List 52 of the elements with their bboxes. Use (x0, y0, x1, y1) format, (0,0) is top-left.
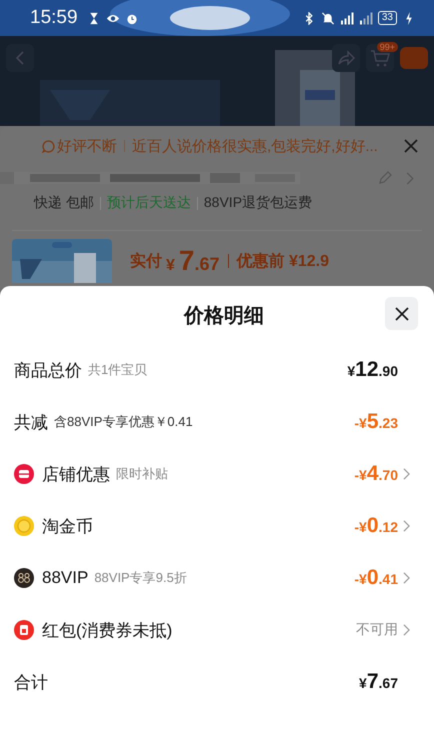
back-button[interactable] (6, 44, 34, 72)
chevron-right-icon[interactable] (403, 572, 410, 584)
row-amount: ¥7.67 (359, 670, 398, 694)
menu-button[interactable] (400, 47, 428, 69)
edit-icon[interactable] (378, 171, 392, 185)
shipping-info: 预计后天送达 (106, 194, 191, 212)
row-note: 限时补贴 (116, 465, 168, 483)
row-amount: ¥12.90 (347, 358, 398, 382)
row-amount: -¥0.12 (354, 514, 398, 538)
shop-icon (14, 464, 34, 484)
review-summary: 近百人说价格很实惠,包装完好,好好... (132, 136, 378, 156)
paid-label: 实付 (130, 251, 162, 272)
share-button[interactable] (332, 44, 360, 72)
row-label: 淘金币 (42, 516, 93, 538)
close-button[interactable] (385, 297, 418, 330)
row-note: 含88VIP专享优惠￥0.41 (54, 413, 193, 431)
battery-indicator: 33 (378, 11, 397, 25)
row-label: 共减 (14, 412, 48, 434)
review-tag: 好评不断 (57, 136, 117, 156)
row-amount: -¥4.70 (354, 462, 398, 486)
row-note: 88VIP专享9.5折 (94, 569, 187, 587)
close-icon (394, 306, 408, 320)
shipping-info: 快递 包邮 (34, 194, 94, 212)
chevron-right-icon[interactable] (406, 172, 414, 184)
share-icon (337, 50, 355, 66)
original-price: 优惠前 ¥12.9 (236, 252, 329, 272)
chevron-left-icon (15, 50, 25, 66)
mute-icon (320, 12, 335, 24)
close-icon (404, 139, 418, 153)
cart-icon (370, 49, 390, 67)
clock-time: 15:59 (30, 7, 78, 29)
paid-amount: ¥7.67 (166, 245, 220, 277)
row-value: 不可用 (356, 621, 398, 639)
row-label: 88VIP (42, 568, 88, 588)
chevron-right-icon[interactable] (403, 520, 410, 532)
row-label: 红包(消费券未抵) (42, 620, 172, 642)
chat-bubble-icon (42, 140, 55, 152)
chevron-right-icon[interactable] (403, 624, 410, 636)
envelope-icon (14, 620, 34, 640)
chevron-right-icon[interactable] (403, 468, 410, 480)
signal-icon (340, 12, 354, 24)
vip-badge-icon (14, 568, 34, 588)
row-note: 共1件宝贝 (88, 361, 148, 379)
row-label: 店铺优惠 (42, 464, 110, 486)
row-amount: -¥5.23 (354, 410, 398, 434)
row-amount: -¥0.41 (354, 566, 398, 590)
coin-icon (14, 516, 34, 536)
row-label: 商品总价 (14, 360, 82, 382)
row-label: 合计 (14, 672, 48, 694)
signal-icon (358, 12, 373, 24)
shipping-info: 88VIP退货包运费 (204, 194, 312, 212)
sheet-title: 价格明细 (184, 304, 264, 328)
